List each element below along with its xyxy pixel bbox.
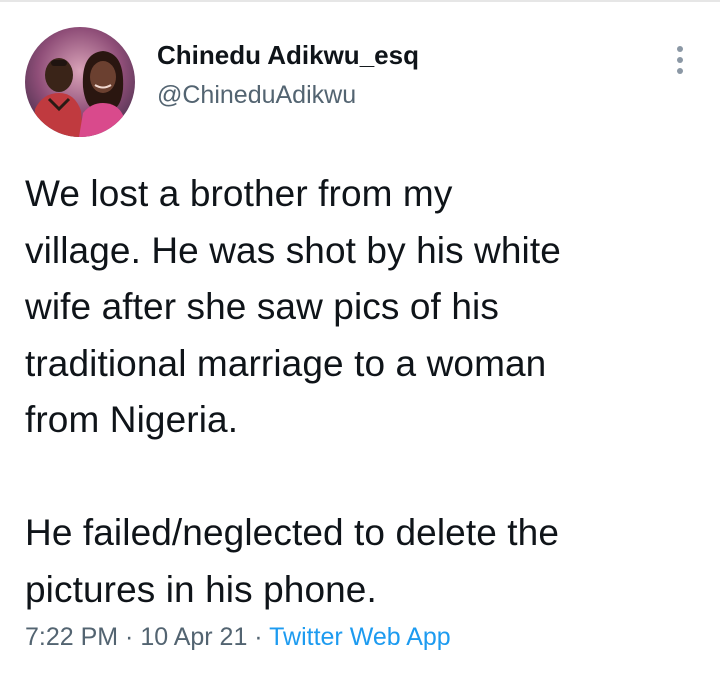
tweet-text-line: traditional marriage to a woman (25, 342, 547, 384)
more-vertical-icon (677, 46, 683, 52)
meta-separator: · (118, 623, 141, 651)
tweet-text-line: He failed/neglected to delete the (25, 512, 560, 553)
more-vertical-icon (677, 57, 683, 63)
profile-photo-icon (25, 27, 135, 137)
tweet-meta: 7:22 PM · 10 Apr 21 · Twitter Web App (25, 620, 451, 654)
more-options-button[interactable] (665, 42, 695, 78)
tweet-text: We lost a brother from my village. He wa… (25, 166, 695, 618)
tweet-header: Chinedu Adikwu_esq @ChineduAdikwu (25, 27, 695, 137)
tweet-date[interactable]: 10 Apr 21 (140, 623, 247, 651)
tweet-source-link[interactable]: Twitter Web App (269, 623, 451, 651)
tweet-text-line: wife after she saw pics of his (25, 286, 499, 327)
paragraph-break (25, 449, 695, 506)
meta-separator: · (247, 623, 270, 651)
tweet-text-line: village. He was shot by his white (25, 229, 561, 271)
more-vertical-icon (677, 68, 683, 74)
tweet-text-line: pictures in his phone. (25, 568, 377, 610)
author-names: Chinedu Adikwu_esq @ChineduAdikwu (157, 39, 419, 111)
avatar[interactable] (25, 27, 135, 137)
author-handle[interactable]: @ChineduAdikwu (157, 79, 419, 111)
tweet-time[interactable]: 7:22 PM (25, 623, 118, 651)
author-display-name[interactable]: Chinedu Adikwu_esq (157, 39, 419, 71)
tweet-card: Chinedu Adikwu_esq @ChineduAdikwu We los… (0, 0, 720, 682)
tweet-text-line: from Nigeria. (25, 399, 239, 440)
tweet-text-line: We lost a brother from my (25, 173, 453, 214)
